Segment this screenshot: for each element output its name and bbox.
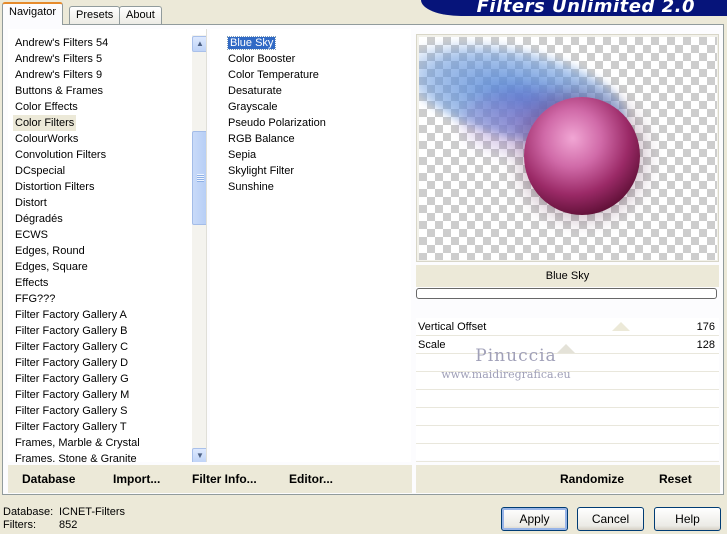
footer: Database: ICNET-Filters Filters: 852 Apply…: [0, 504, 727, 534]
param-value: 176: [696, 321, 715, 333]
filter-info-button[interactable]: Filter Info...: [192, 465, 257, 493]
filter-item-label: Color Booster: [228, 53, 296, 65]
import-button[interactable]: Import...: [113, 465, 160, 493]
filter-item[interactable]: Desaturate: [226, 83, 328, 99]
category-item[interactable]: Color Effects: [13, 99, 80, 115]
category-item[interactable]: Filter Factory Gallery B: [13, 323, 129, 339]
cancel-button[interactable]: Cancel: [577, 507, 644, 531]
category-items: Andrew's Filters 54 Andrew's Filters 5 And…: [8, 35, 142, 462]
category-item[interactable]: Dégradés: [13, 211, 65, 227]
help-button[interactable]: Help: [654, 507, 721, 531]
filter-item-label: Color Temperature: [228, 69, 319, 81]
grip-icon: [197, 174, 204, 182]
scroll-down-icon[interactable]: ▼: [192, 448, 206, 462]
category-item[interactable]: Filter Factory Gallery A: [13, 307, 129, 323]
param-empty-row: [416, 444, 719, 462]
category-item[interactable]: ECWS: [13, 227, 50, 243]
left-action-bar: Database Import... Filter Info... Editor…: [8, 465, 412, 493]
category-item[interactable]: ColourWorks: [13, 131, 80, 147]
reset-button[interactable]: Reset: [659, 465, 692, 493]
slider-thumb-icon[interactable]: [612, 322, 630, 331]
filter-item[interactable]: Grayscale: [226, 99, 328, 115]
filters-key: Filters:: [3, 519, 36, 531]
scroll-thumb[interactable]: [192, 131, 206, 225]
category-item[interactable]: Andrew's Filters 9: [13, 67, 104, 83]
editor-button[interactable]: Editor...: [289, 465, 333, 493]
filter-item-label: RGB Balance: [228, 133, 295, 145]
tab-strip: Navigator Presets About: [0, 0, 420, 25]
param-empty-row: [416, 408, 719, 426]
filter-item-label: Desaturate: [228, 85, 282, 97]
category-item[interactable]: Filter Factory Gallery T: [13, 419, 129, 435]
category-item[interactable]: Andrew's Filters 54: [13, 35, 110, 51]
filter-list[interactable]: Blue Sky Color Booster Color Temperature De…: [210, 29, 411, 462]
category-item[interactable]: Filter Factory Gallery C: [13, 339, 130, 355]
preview-panel: [416, 34, 719, 262]
filter-item[interactable]: Skylight Filter: [226, 163, 328, 179]
filter-item-label: Sepia: [228, 149, 257, 161]
watermark-url: www.maidiregrafica.eu: [441, 368, 571, 381]
category-item[interactable]: Edges, Square: [13, 259, 90, 275]
category-item[interactable]: Edges, Round: [13, 243, 87, 259]
filters-count: 852: [59, 519, 78, 531]
scroll-up-icon[interactable]: ▲: [192, 36, 206, 52]
category-item[interactable]: Buttons & Frames: [13, 83, 105, 99]
filter-items: Blue Sky Color Booster Color Temperature De…: [221, 35, 328, 195]
filter-item[interactable]: Blue Sky: [226, 35, 328, 51]
category-item[interactable]: Frames, Marble & Crystal: [13, 435, 142, 451]
filter-item-label: Skylight Filter: [228, 165, 295, 177]
category-item[interactable]: Effects: [13, 275, 50, 291]
category-item[interactable]: Filter Factory Gallery M: [13, 387, 131, 403]
right-action-bar: Randomize Reset: [416, 465, 720, 493]
watermark-name: Pinuccia: [475, 346, 557, 366]
filter-item[interactable]: RGB Balance: [226, 131, 328, 147]
filter-item[interactable]: Sepia: [226, 147, 328, 163]
category-item[interactable]: Color Filters: [13, 115, 77, 131]
database-value: ICNET-Filters: [59, 506, 125, 518]
tab-about[interactable]: About: [119, 6, 162, 24]
category-item[interactable]: Andrew's Filters 5: [13, 51, 104, 67]
apply-button[interactable]: Apply: [501, 507, 568, 531]
preview-image[interactable]: [419, 37, 717, 260]
filter-item-label: Blue Sky: [226, 36, 277, 50]
category-item[interactable]: Distort: [13, 195, 49, 211]
database-key: Database:: [3, 506, 54, 518]
filter-name-label: Blue Sky: [416, 265, 719, 287]
preview-ball: [524, 97, 640, 215]
param-vertical-offset[interactable]: Vertical Offset 176: [416, 318, 719, 336]
category-item[interactable]: FFG???: [13, 291, 57, 307]
filter-item-label: Sunshine: [228, 181, 274, 193]
category-item[interactable]: Filter Factory Gallery G: [13, 371, 131, 387]
banner-title: Filters Unlimited 2.0: [476, 0, 695, 16]
title-banner: Filters Unlimited 2.0: [421, 0, 727, 16]
filter-item-label: Pseudo Polarization: [228, 117, 326, 129]
filter-item[interactable]: Color Temperature: [226, 67, 328, 83]
param-value: 128: [696, 339, 715, 351]
category-item[interactable]: Distortion Filters: [13, 179, 96, 195]
filter-item[interactable]: Color Booster: [226, 51, 328, 67]
filter-item-label: Grayscale: [228, 101, 278, 113]
tab-navigator[interactable]: Navigator: [2, 2, 64, 25]
category-item[interactable]: Filter Factory Gallery D: [13, 355, 130, 371]
parameter-list: Vertical Offset 176 Scale 128: [416, 318, 719, 462]
database-info: Database: ICNET-Filters Filters: 852: [3, 506, 125, 532]
category-list[interactable]: Andrew's Filters 54 Andrew's Filters 5 And…: [8, 29, 207, 462]
watermark: Pinuccia www.maidiregrafica.eu: [416, 346, 596, 381]
filter-item[interactable]: Sunshine: [226, 179, 328, 195]
category-item[interactable]: DCspecial: [13, 163, 67, 179]
tab-presets[interactable]: Presets: [69, 6, 121, 24]
category-scrollbar[interactable]: ▲ ▼: [192, 35, 206, 462]
category-item[interactable]: Convolution Filters: [13, 147, 108, 163]
category-item[interactable]: Frames, Stone & Granite: [13, 451, 139, 462]
database-button[interactable]: Database: [22, 465, 75, 493]
progress-bar: [416, 288, 717, 299]
param-empty-row: [416, 390, 719, 408]
param-label: Vertical Offset: [418, 321, 487, 333]
randomize-button[interactable]: Randomize: [560, 465, 624, 493]
filter-item[interactable]: Pseudo Polarization: [226, 115, 328, 131]
param-empty-row: [416, 426, 719, 444]
category-item[interactable]: Filter Factory Gallery S: [13, 403, 129, 419]
